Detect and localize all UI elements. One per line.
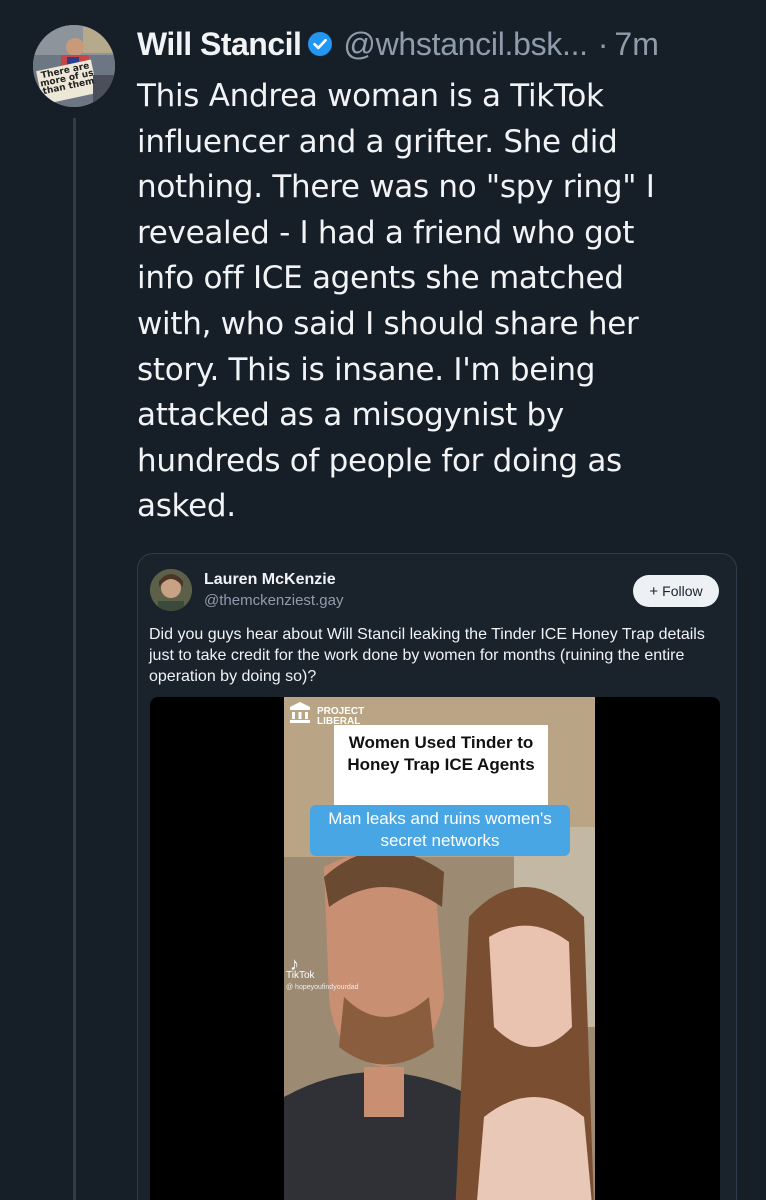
quoted-author-handle[interactable]: @themckenziest.gay xyxy=(204,592,343,609)
thread-line xyxy=(73,118,76,1200)
embedded-video[interactable]: PROJECT LIBERAL Women Used Tinder to Hon… xyxy=(150,697,720,1200)
follow-button[interactable]: + Follow xyxy=(633,575,719,607)
verified-checkmark-icon xyxy=(307,31,333,57)
quoted-author-name[interactable]: Lauren McKenzie xyxy=(204,571,336,589)
post-body-text: This Andrea woman is a TikTok influencer… xyxy=(137,78,655,525)
tiktok-icon: ♪ xyxy=(290,954,299,974)
tiktok-watermark: ♪ TikTok @ hopeyoufindyourdad xyxy=(286,954,359,993)
post-timestamp[interactable]: 7m xyxy=(614,26,658,63)
video-subheadline: Man leaks and ruins women's secret netwo… xyxy=(310,805,570,856)
quoted-post-text: Did you guys hear about Will Stancil lea… xyxy=(149,626,705,685)
author-avatar[interactable]: There are more of us than them xyxy=(33,25,115,107)
post-page: There are more of us than them Will Stan… xyxy=(0,0,766,1200)
quoted-author-avatar-image xyxy=(150,569,192,611)
author-handle[interactable]: @whstancil.bsk... xyxy=(343,26,588,63)
quoted-author-avatar[interactable] xyxy=(150,569,192,611)
tiktok-label: TikTok xyxy=(286,970,315,981)
video-headline: Women Used Tinder to Honey Trap ICE Agen… xyxy=(334,725,548,805)
tiktok-username: @ hopeyoufindyourdad xyxy=(286,984,359,991)
video-frame: PROJECT LIBERAL Women Used Tinder to Hon… xyxy=(284,697,595,1200)
quoted-post-card[interactable]: Lauren McKenzie @themckenziest.gay + Fol… xyxy=(137,553,737,1200)
project-liberal-text: PROJECT LIBERAL xyxy=(317,707,364,727)
project-liberal-logo-icon xyxy=(290,702,310,723)
post-header: Will Stancil @whstancil.bsk... · 7m xyxy=(137,22,659,66)
follow-plus-icon: + xyxy=(649,582,659,600)
header-separator: · xyxy=(597,25,609,62)
author-display-name[interactable]: Will Stancil xyxy=(137,26,302,63)
follow-button-label: Follow xyxy=(662,583,703,599)
